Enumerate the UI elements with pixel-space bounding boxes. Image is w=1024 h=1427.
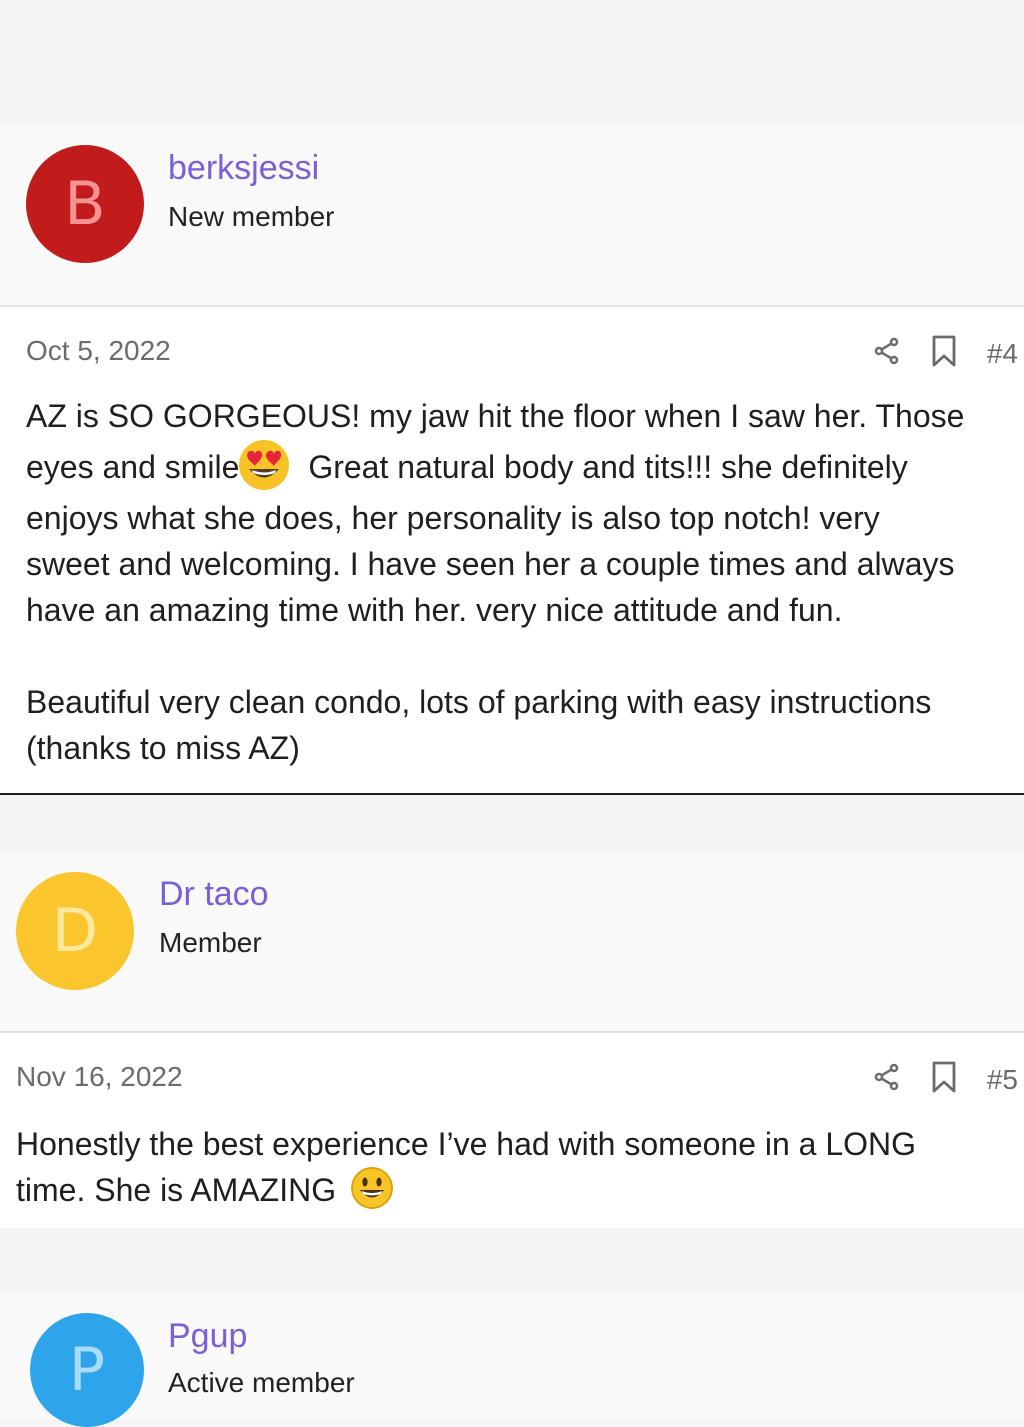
avatar[interactable]: P — [30, 1313, 144, 1427]
bookmark-icon[interactable] — [931, 335, 957, 372]
post-message: Oct 5, 2022 #4 AZ is SO GORGEOUS! my jaw… — [0, 307, 1024, 793]
body-line: enjoys what she does, her personality is… — [26, 500, 880, 536]
heart-eyes-emoji-icon — [239, 440, 290, 490]
body-line: sweet and welcoming. I have seen her a c… — [26, 546, 955, 582]
body-line: AZ is SO GORGEOUS! my jaw hit the floor … — [26, 398, 965, 434]
user-title: New member — [168, 201, 335, 232]
divider — [0, 793, 1024, 795]
share-icon[interactable] — [873, 1063, 901, 1096]
username-link[interactable]: Pgup — [168, 1317, 247, 1356]
post-user-block: P Pgup Active member — [0, 1293, 1024, 1427]
avatar-letter: D — [51, 896, 99, 966]
body-line-with-emoji: time. She is AMAZING — [16, 1167, 1016, 1213]
post-user-block: D Dr taco Member — [0, 853, 1024, 1033]
username-link[interactable]: berksjessi — [168, 149, 319, 188]
body-line: Honestly the best experience I’ve had wi… — [16, 1126, 917, 1162]
post-actions: #4 — [873, 335, 1018, 372]
post-body: AZ is SO GORGEOUS! my jaw hit the floor … — [26, 393, 1016, 771]
avatar-letter: B — [64, 169, 106, 239]
body-text: time. She is AMAZING — [16, 1172, 337, 1208]
post-date[interactable]: Nov 16, 2022 — [16, 1061, 183, 1093]
user-title: Member — [159, 927, 262, 958]
username-link[interactable]: Dr taco — [159, 875, 269, 914]
post-number-link[interactable]: #5 — [987, 1064, 1018, 1096]
body-line: Beautiful very clean condo, lots of park… — [26, 684, 932, 720]
body-text: Great natural body and tits!!! she defin… — [308, 449, 908, 485]
post-body: Honestly the best experience I’ve had wi… — [16, 1121, 1016, 1213]
grinning-face-emoji-icon — [350, 1167, 393, 1209]
post-actions: #5 — [873, 1061, 1018, 1098]
share-icon[interactable] — [873, 337, 901, 370]
body-text: eyes and smile — [26, 449, 240, 485]
post-message: Nov 16, 2022 #5 Honestly the best experi… — [0, 1033, 1024, 1228]
body-line-with-emoji: eyes and smile Great natural body and ti… — [26, 439, 1016, 495]
post-user-block: B berksjessi New member — [0, 125, 1024, 307]
post-number-link[interactable]: #4 — [987, 338, 1018, 370]
avatar-letter: P — [68, 1335, 106, 1405]
avatar[interactable]: D — [16, 872, 134, 990]
avatar[interactable]: B — [26, 145, 144, 263]
body-line: have an amazing time with her. very nice… — [26, 592, 843, 628]
bookmark-icon[interactable] — [931, 1061, 957, 1098]
user-title: Active member — [168, 1367, 355, 1398]
body-line: (thanks to miss AZ) — [26, 730, 300, 766]
post-date[interactable]: Oct 5, 2022 — [26, 335, 171, 367]
